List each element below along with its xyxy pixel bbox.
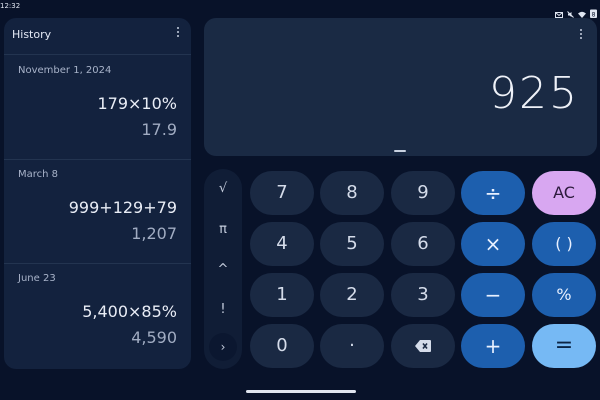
key-4[interactable]: 4: [250, 222, 314, 266]
history-entry-expression: 999+129+79: [68, 198, 177, 217]
history-entry-date: March 8: [18, 169, 59, 180]
parentheses-button[interactable]: ( ): [532, 222, 596, 266]
subtract-button[interactable]: −: [461, 273, 525, 317]
scientific-column: √ π ^ ! ›: [204, 169, 242, 369]
history-entry[interactable]: March 8 999+129+79 1,207: [4, 160, 191, 264]
history-entry[interactable]: November 1, 2024 179×10% 17.9: [4, 56, 191, 160]
decimal-button[interactable]: ·: [320, 324, 384, 368]
key-0[interactable]: 0: [250, 324, 314, 368]
history-header: History: [4, 18, 191, 55]
clear-button[interactable]: AC: [532, 171, 596, 215]
key-7[interactable]: 7: [250, 171, 314, 215]
key-5[interactable]: 5: [320, 222, 384, 266]
equals-button[interactable]: =: [532, 324, 596, 368]
key-2[interactable]: 2: [320, 273, 384, 317]
history-entry-result: 1,207: [131, 224, 177, 243]
status-bar: 12:32 8: [0, 0, 600, 19]
key-3[interactable]: 3: [391, 273, 455, 317]
add-button[interactable]: +: [461, 324, 525, 368]
factorial-button[interactable]: !: [204, 295, 242, 325]
percent-button[interactable]: %: [532, 273, 596, 317]
history-title: History: [12, 28, 52, 41]
key-1[interactable]: 1: [250, 273, 314, 317]
history-panel: History November 1, 2024 179×10% 17.9 Ma…: [4, 18, 191, 369]
drag-handle[interactable]: [394, 150, 406, 152]
status-time: 12:32: [0, 2, 21, 10]
pi-button[interactable]: π: [204, 215, 242, 245]
key-9[interactable]: 9: [391, 171, 455, 215]
sqrt-button[interactable]: √: [204, 174, 242, 204]
key-6[interactable]: 6: [391, 222, 455, 266]
display-panel: 925: [204, 18, 597, 156]
backspace-icon: [415, 335, 431, 356]
history-entry-date: November 1, 2024: [18, 65, 112, 76]
battery-level: 8: [592, 12, 596, 19]
backspace-button[interactable]: [391, 324, 455, 368]
expand-icon[interactable]: ›: [209, 333, 237, 361]
history-entry-result: 4,590: [131, 328, 177, 347]
display-value: 925: [489, 68, 579, 119]
history-entry-expression: 5,400×85%: [82, 302, 177, 321]
multiply-button[interactable]: ×: [461, 222, 525, 266]
divide-button[interactable]: ÷: [461, 171, 525, 215]
history-entry[interactable]: June 23 5,400×85% 4,590: [4, 264, 191, 369]
gesture-nav-bar[interactable]: [246, 390, 356, 393]
history-entry-expression: 179×10%: [97, 94, 177, 113]
history-entry-result: 17.9: [141, 120, 177, 139]
history-entry-date: June 23: [18, 273, 56, 284]
display-more-icon[interactable]: [580, 29, 584, 42]
history-more-icon[interactable]: [177, 27, 181, 40]
key-8[interactable]: 8: [320, 171, 384, 215]
power-button[interactable]: ^: [204, 255, 242, 285]
